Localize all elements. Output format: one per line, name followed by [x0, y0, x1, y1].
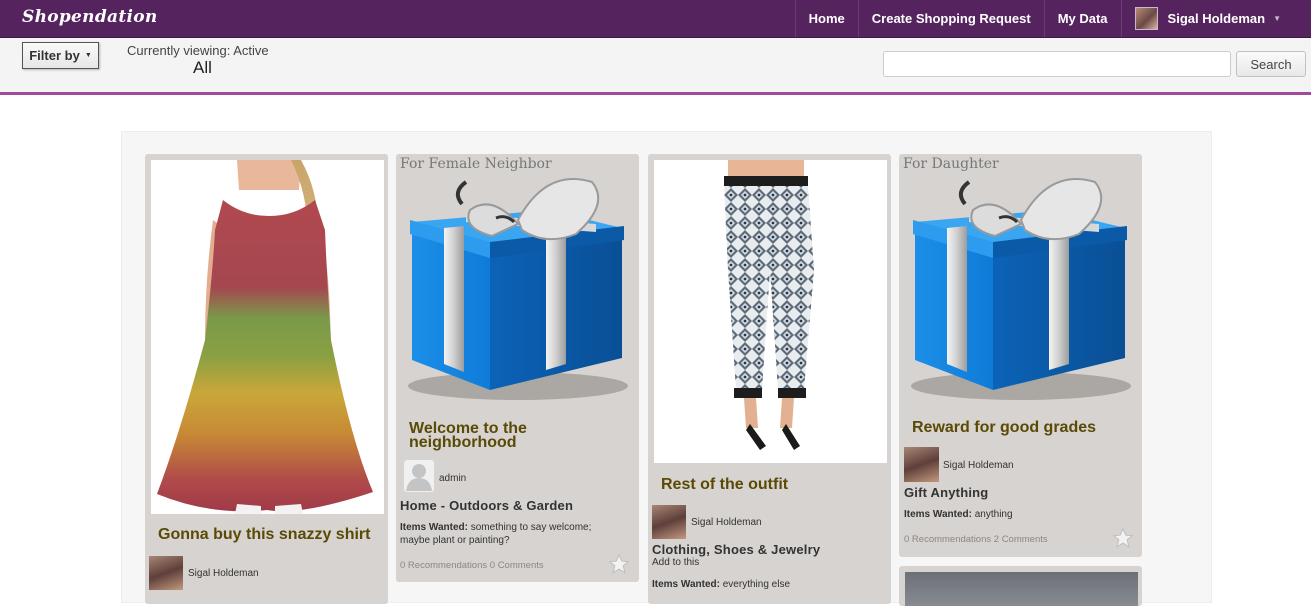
product-image — [151, 160, 384, 514]
gift-box-image — [911, 178, 1131, 400]
request-title[interactable]: Gonna buy this snazzy shirt — [158, 527, 383, 543]
items-wanted-label: Items Wanted: — [400, 522, 468, 533]
user-menu[interactable]: Sigal Holdeman ▼ — [1120, 0, 1311, 37]
items-wanted: Items Wanted: everything else — [652, 578, 872, 591]
search-button[interactable]: Search — [1236, 51, 1306, 77]
items-wanted: Items Wanted: anything — [904, 508, 1124, 521]
request-user: Sigal Holdeman — [943, 460, 1014, 471]
user-avatar — [904, 447, 939, 482]
for-label: For Female Neighbor — [400, 156, 552, 172]
gift-box-image — [408, 178, 628, 400]
user-avatar — [149, 556, 183, 590]
product-image — [654, 160, 887, 463]
star-icon[interactable] — [608, 553, 630, 575]
request-user: admin — [439, 473, 467, 484]
brand-logo[interactable]: Shopendation — [22, 7, 158, 27]
items-wanted-label: Items Wanted: — [904, 509, 972, 520]
request-title[interactable]: Welcome to the neighborhood — [409, 421, 609, 451]
currently-viewing-label: Currently viewing: Active — [127, 43, 269, 58]
request-card[interactable]: For Female Neighbor Welcome to the neigh… — [396, 154, 639, 582]
caret-down-icon: ▼ — [1273, 14, 1281, 23]
pants-image — [654, 160, 887, 463]
filter-by-button[interactable]: Filter by ▼ — [22, 42, 99, 69]
currently-viewing-value: All — [193, 58, 212, 77]
request-user: Sigal Holdeman — [188, 568, 259, 579]
star-icon[interactable] — [1112, 527, 1134, 549]
items-wanted: Items Wanted: something to say welcome; … — [400, 521, 600, 547]
filter-by-label: Filter by — [29, 48, 80, 63]
request-card[interactable]: Rest of the outfit Sigal Holdeman Clothi… — [648, 154, 891, 604]
request-card[interactable]: Gonna buy this snazzy shirt Sigal Holdem… — [145, 154, 388, 604]
request-meta[interactable]: 0 Recommendations 2 Comments — [904, 534, 1048, 545]
filter-bar: Filter by ▼ Currently viewing: Active Al… — [0, 38, 1311, 95]
request-category: Gift Anything — [904, 485, 989, 500]
default-user-icon — [404, 460, 434, 492]
items-wanted-value: everything else — [722, 579, 791, 590]
request-meta[interactable]: 0 Recommendations 0 Comments — [400, 560, 544, 571]
top-navbar: Shopendation Home Create Shopping Reques… — [0, 0, 1311, 38]
nav-menu: Home Create Shopping Request My Data Sig… — [794, 0, 1311, 37]
nav-create-shopping-request[interactable]: Create Shopping Request — [857, 0, 1044, 37]
user-name: Sigal Holdeman — [1167, 11, 1266, 26]
request-title[interactable]: Rest of the outfit — [661, 477, 886, 493]
request-category: Home - Outdoors & Garden — [400, 498, 574, 513]
items-wanted-label: Items Wanted: — [652, 579, 720, 590]
for-label: For Daughter — [903, 156, 999, 172]
nav-my-data[interactable]: My Data — [1043, 0, 1121, 37]
tank-top-image — [151, 160, 384, 514]
request-card[interactable] — [899, 566, 1142, 606]
items-wanted-value: anything — [974, 509, 1013, 520]
request-card[interactable]: For Daughter Reward for good grades Siga… — [899, 154, 1142, 557]
nav-home[interactable]: Home — [794, 0, 858, 37]
request-title[interactable]: Reward for good grades — [912, 420, 1132, 436]
search-input[interactable] — [883, 51, 1231, 77]
request-user: Sigal Holdeman — [691, 517, 762, 528]
product-image — [905, 572, 1138, 606]
caret-down-icon: ▼ — [84, 52, 92, 59]
request-category: Clothing, Shoes & Jewelry — [652, 542, 821, 557]
user-avatar — [652, 505, 686, 539]
request-subnote: Add to this — [652, 557, 700, 568]
user-avatar — [1134, 7, 1158, 30]
